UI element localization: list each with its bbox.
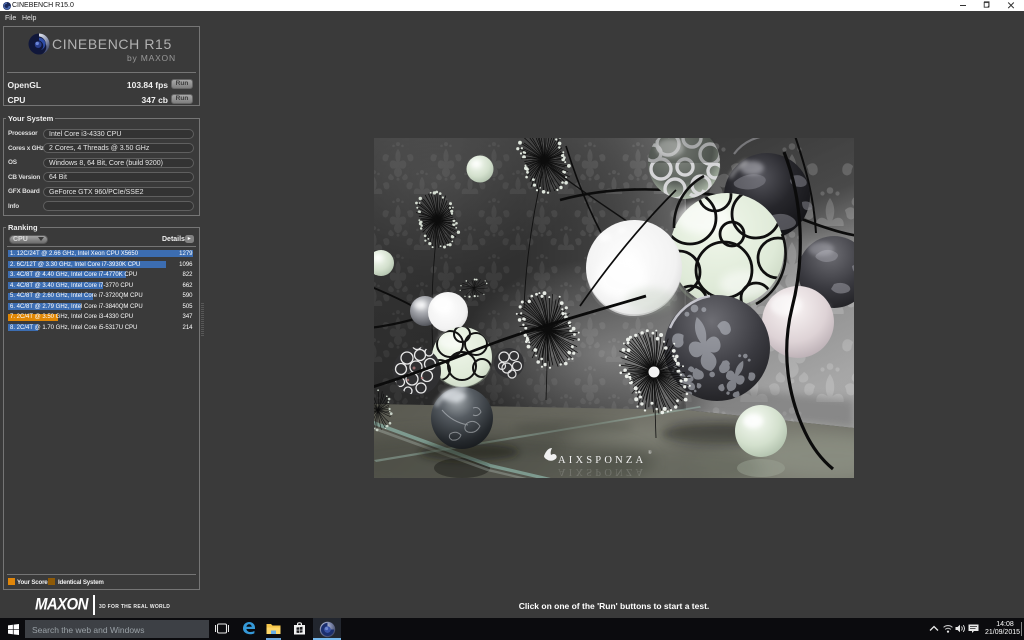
svg-text:®: ® [648,450,652,456]
svg-text:AIXSPONZA: AIXSPONZA [558,455,646,466]
svg-text:AIXSPONZA: AIXSPONZA [558,466,646,477]
